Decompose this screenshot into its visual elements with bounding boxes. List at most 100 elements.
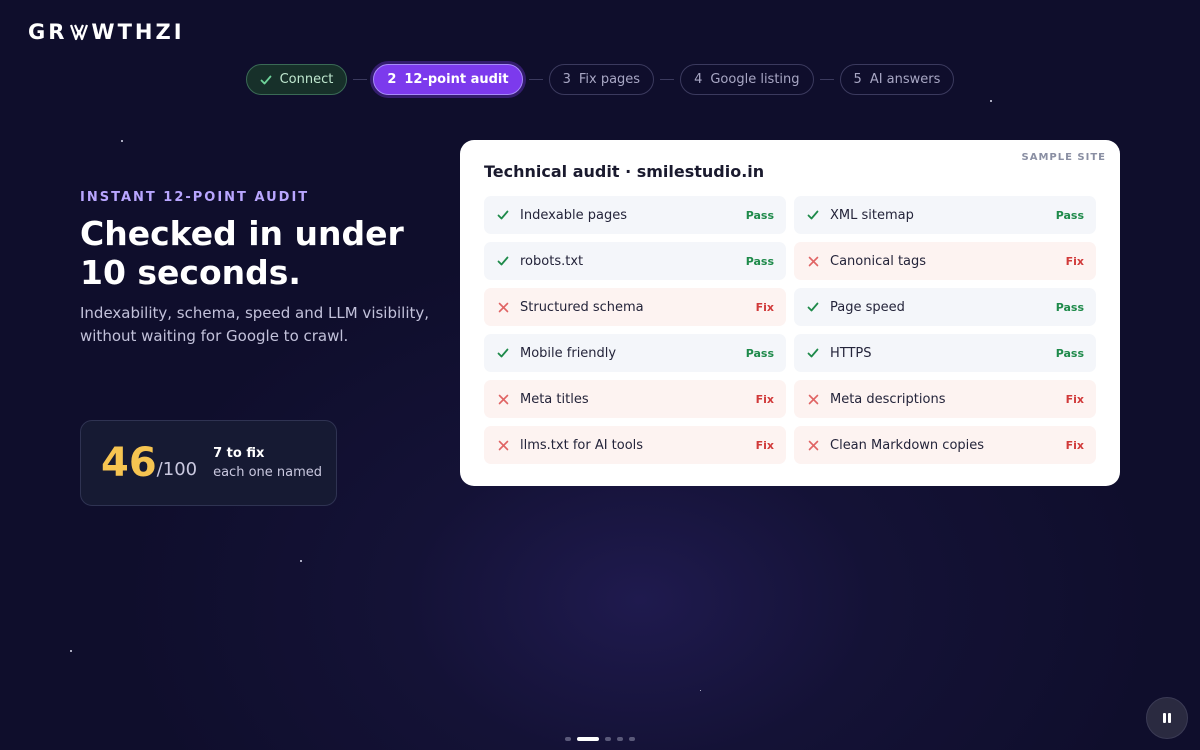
step-label: Fix pages xyxy=(578,72,641,87)
audit-item: Canonical tags Fix xyxy=(794,242,1096,280)
audit-checklist: Indexable pages Pass XML sitemap Pass robots… xyxy=(484,196,1096,464)
audit-item-label: Indexable pages xyxy=(520,207,627,223)
cross-icon xyxy=(808,394,818,404)
audit-item: Structured schema Fix xyxy=(484,288,786,326)
logo-wordmark: GRWTHZI xyxy=(28,20,185,44)
logo-letter: G xyxy=(28,20,49,44)
audit-item: Meta titles Fix xyxy=(484,380,786,418)
step-number: 5 xyxy=(853,72,862,87)
step-label: Google listing xyxy=(710,72,800,87)
audit-item: XML sitemap Pass xyxy=(794,196,1096,234)
status-mark xyxy=(496,254,510,268)
step-label: Connect xyxy=(279,72,334,87)
check-icon xyxy=(497,348,509,358)
logo-letter: R xyxy=(48,20,68,44)
brand-logo[interactable]: GRWTHZI xyxy=(28,20,185,44)
star xyxy=(70,650,72,652)
logo-letter: T xyxy=(117,20,135,44)
check-icon xyxy=(807,302,819,312)
carousel-dot[interactable] xyxy=(629,737,635,741)
step-separator xyxy=(819,79,834,80)
step-connect[interactable]: Connect xyxy=(245,64,348,95)
status-mark xyxy=(806,208,820,222)
carousel-dot[interactable] xyxy=(577,737,599,741)
audit-item-status: Fix xyxy=(1065,438,1084,452)
sample-site-tag: SAMPLE SITE xyxy=(1021,152,1106,163)
cross-icon xyxy=(498,302,508,312)
audit-item-label: Page speed xyxy=(830,299,905,315)
fix-note: each one named xyxy=(213,465,323,480)
logo-letter: I xyxy=(173,20,185,44)
audit-item: Mobile friendly Pass xyxy=(484,334,786,372)
step-ai-answers[interactable]: 5 AI answers xyxy=(839,64,955,95)
step-12-point-audit[interactable]: 2 12-point audit xyxy=(373,64,523,95)
status-mark xyxy=(496,438,510,452)
audit-item-status: Fix xyxy=(1065,392,1084,406)
pause-icon xyxy=(1163,713,1171,723)
step-fix-pages[interactable]: 3 Fix pages xyxy=(548,64,655,95)
progress-steps: Connect 2 12-point audit 3 Fix pages 4 Google … xyxy=(0,64,1200,95)
audit-item: Indexable pages Pass xyxy=(484,196,786,234)
check-icon xyxy=(260,75,271,84)
logo-letter: W xyxy=(91,20,118,44)
audit-item-status: Pass xyxy=(1055,300,1084,314)
audit-item: Page speed Pass xyxy=(794,288,1096,326)
step-label: 12-point audit xyxy=(404,72,509,87)
audit-item-label: HTTPS xyxy=(830,345,872,361)
fix-count: 7 to fix xyxy=(213,446,265,461)
audit-item-label: Meta descriptions xyxy=(830,391,946,407)
carousel-dot[interactable] xyxy=(617,737,623,741)
status-mark xyxy=(806,392,820,406)
star xyxy=(300,560,302,562)
star xyxy=(990,100,992,102)
score-denominator: /100 xyxy=(156,458,198,480)
hero-subtext: Indexability, schema, speed and LLM visi… xyxy=(80,304,430,345)
pause-button[interactable] xyxy=(1146,697,1188,739)
cross-icon xyxy=(498,440,508,450)
status-mark xyxy=(806,438,820,452)
score-info: 7 to fix each one named xyxy=(213,446,322,480)
audit-item: robots.txt Pass xyxy=(484,242,786,280)
audit-title: Technical audit · smilestudio.in xyxy=(484,162,765,181)
step-google-listing[interactable]: 4 Google listing xyxy=(680,64,814,95)
carousel-dot[interactable] xyxy=(565,737,571,741)
star xyxy=(700,690,701,691)
status-mark xyxy=(496,300,510,314)
audit-item-label: llms.txt for AI tools xyxy=(520,437,644,453)
cross-icon xyxy=(808,256,818,266)
check-icon xyxy=(497,256,509,266)
cross-icon xyxy=(808,440,818,450)
step-separator xyxy=(528,79,543,80)
status-mark xyxy=(806,346,820,360)
check-icon xyxy=(807,348,819,358)
audit-item-status: Fix xyxy=(755,392,774,406)
status-mark xyxy=(496,392,510,406)
score-value: 46 xyxy=(101,440,157,486)
status-mark xyxy=(496,346,510,360)
audit-item-status: Pass xyxy=(1055,208,1084,222)
step-label: AI answers xyxy=(869,72,941,87)
check-icon xyxy=(807,210,819,220)
step-number: 2 xyxy=(387,72,397,87)
step-separator xyxy=(353,79,368,80)
carousel-dot[interactable] xyxy=(605,737,611,741)
audit-item-label: Canonical tags xyxy=(830,253,927,269)
status-mark xyxy=(806,254,820,268)
audit-item-label: XML sitemap xyxy=(830,207,914,223)
audit-item-status: Fix xyxy=(1065,254,1084,268)
status-mark xyxy=(806,300,820,314)
star xyxy=(121,140,123,142)
audit-item-label: robots.txt xyxy=(520,253,584,269)
hero-eyebrow: INSTANT 12-POINT AUDIT xyxy=(80,190,310,205)
audit-item-status: Fix xyxy=(755,300,774,314)
cross-icon xyxy=(498,394,508,404)
audit-item-label: Mobile friendly xyxy=(520,345,617,361)
check-icon xyxy=(497,210,509,220)
score-card: 46 /100 7 to fix each one named xyxy=(80,420,337,506)
carousel-dots xyxy=(565,737,635,741)
audit-item-label: Structured schema xyxy=(520,299,644,315)
audit-item: HTTPS Pass xyxy=(794,334,1096,372)
step-number: 4 xyxy=(694,72,703,87)
audit-item: llms.txt for AI tools Fix xyxy=(484,426,786,464)
status-mark xyxy=(496,208,510,222)
